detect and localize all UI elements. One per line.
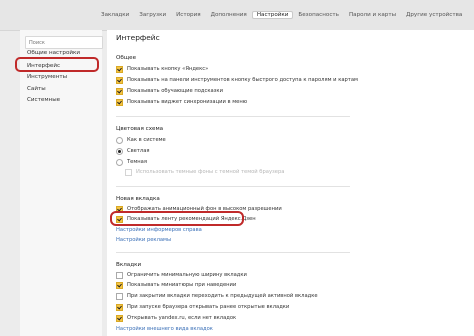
tab-history[interactable]: История	[171, 11, 206, 19]
option-show-yandex-button[interactable]: Показывать кнопку «Яндекс»	[116, 65, 208, 73]
tab-other-devices[interactable]: Другие устройства	[401, 11, 467, 19]
option-show-sync-widget[interactable]: Показывать виджет синхронизации в меню	[116, 98, 247, 106]
option-label: Показывать миниатюры при наведении	[127, 282, 237, 288]
section-divider	[116, 116, 350, 117]
tab-passwords-cards[interactable]: Пароли и карты	[344, 11, 401, 19]
checkbox[interactable]	[116, 87, 123, 95]
settings-sidebar: Общие настройки Интерфейс Инструменты Са…	[20, 30, 103, 336]
option-label: Использовать темные фоны с темной темой …	[136, 169, 285, 175]
zen-feed-highlight-frame	[110, 211, 244, 226]
checkbox[interactable]	[116, 271, 123, 279]
page-title: Интерфейс	[116, 33, 160, 42]
tab-extensions[interactable]: Дополнения	[206, 11, 252, 19]
option-label: При закрытии вкладки переходить к предыд…	[127, 293, 318, 299]
checkbox[interactable]	[116, 65, 123, 73]
checkbox[interactable]	[116, 292, 123, 300]
option-label: Как в системе	[127, 137, 166, 143]
settings-content: Интерфейс Общее Показывать кнопку «Яндек…	[107, 30, 474, 336]
option-label: Темная	[127, 159, 147, 165]
option-dark-backgrounds-disabled: Использовать темные фоны с темной темой …	[125, 168, 284, 176]
link-ads-settings[interactable]: Настройки рекламы	[116, 237, 171, 243]
link-informers-settings[interactable]: Настройки информеров справа	[116, 227, 202, 233]
tab-bookmarks[interactable]: Закладки	[96, 11, 134, 19]
checkbox[interactable]	[116, 98, 123, 106]
tab-settings[interactable]: Настройки	[251, 11, 294, 19]
sidebar-item-tools[interactable]: Инструменты	[27, 74, 67, 80]
sidebar-item-general[interactable]: Общие настройки	[27, 50, 80, 56]
settings-search-input[interactable]	[25, 36, 103, 49]
tab-downloads[interactable]: Загрузки	[134, 11, 171, 19]
option-label: Показывать виджет синхронизации в меню	[127, 99, 248, 105]
option-open-yandex-no-tabs[interactable]: Открывать yandex.ru, если нет вкладок	[116, 314, 236, 322]
checkbox[interactable]	[116, 281, 123, 289]
option-label: Показывать кнопку «Яндекс»	[127, 66, 209, 72]
settings-tabs: Закладки Загрузки История Дополнения Нас…	[96, 11, 467, 19]
section-title-new-tab: Новая вкладка	[116, 196, 160, 202]
option-tab-thumbnails[interactable]: Показывать миниатюры при наведении	[116, 281, 236, 289]
checkbox[interactable]	[116, 303, 123, 311]
link-tab-appearance-settings[interactable]: Настройки внешнего вида вкладок	[116, 326, 213, 332]
option-restore-tabs[interactable]: При запуске браузера открывать ранее отк…	[116, 303, 289, 311]
radio-button[interactable]	[116, 147, 123, 155]
option-show-passwords-button[interactable]: Показывать на панели инструментов кнопку…	[116, 76, 358, 84]
option-label: При запуске браузера открывать ранее отк…	[127, 304, 290, 310]
option-show-tips[interactable]: Показывать обучающие подсказки	[116, 87, 223, 95]
section-divider	[116, 186, 350, 187]
tab-security[interactable]: Безопасность	[293, 11, 344, 19]
section-title-general: Общее	[116, 55, 137, 61]
sidebar-highlight-frame	[15, 57, 99, 72]
option-min-tab-width[interactable]: Ограничить минимальную ширину вкладки	[116, 271, 247, 279]
sidebar-item-system[interactable]: Системные	[27, 97, 60, 103]
option-label: Показывать обучающие подсказки	[127, 88, 223, 94]
option-return-to-previous-tab[interactable]: При закрытии вкладки переходить к предыд…	[116, 292, 318, 300]
section-divider	[116, 252, 350, 253]
radio-button[interactable]	[116, 136, 123, 144]
option-label: Светлая	[127, 148, 150, 154]
option-label: Ограничить минимальную ширину вкладки	[127, 272, 247, 278]
top-navigation-bar: Закладки Загрузки История Дополнения Нас…	[0, 0, 474, 31]
checkbox	[125, 168, 132, 176]
section-title-color-scheme: Цветовая схема	[116, 126, 164, 132]
checkbox[interactable]	[116, 76, 123, 84]
radio-system-theme[interactable]: Как в системе	[116, 136, 166, 144]
sidebar-item-sites[interactable]: Сайты	[27, 86, 46, 92]
option-label: Открывать yandex.ru, если нет вкладок	[127, 315, 237, 321]
radio-light-theme[interactable]: Светлая	[116, 147, 150, 155]
radio-dark-theme[interactable]: Темная	[116, 158, 147, 166]
option-label: Показывать на панели инструментов кнопку…	[127, 77, 358, 83]
radio-button[interactable]	[116, 158, 123, 166]
section-title-tabs: Вкладки	[116, 262, 142, 268]
checkbox[interactable]	[116, 314, 123, 322]
